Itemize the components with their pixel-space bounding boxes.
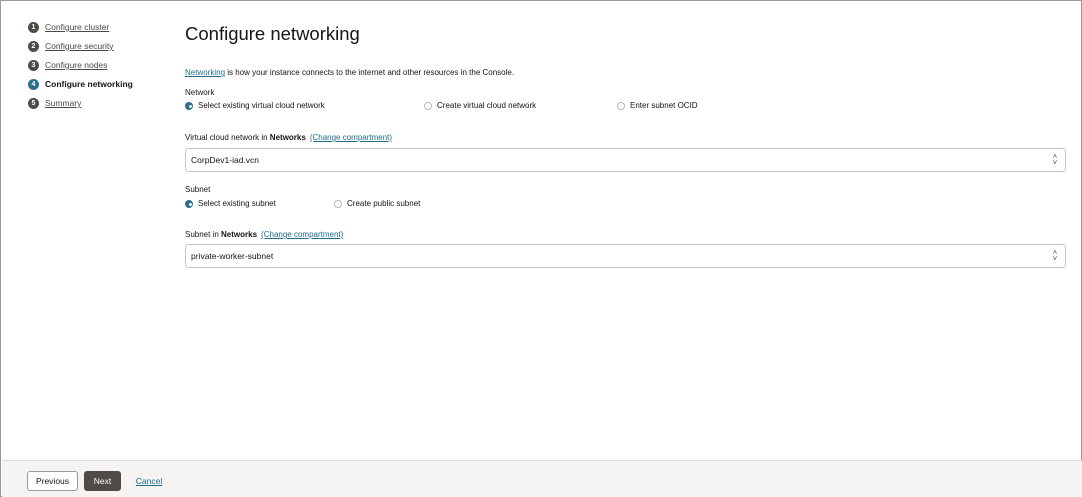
- wizard-panel: 1 Configure cluster 2 Configure security…: [0, 0, 1082, 497]
- step-link-configure-nodes[interactable]: Configure nodes: [45, 60, 107, 70]
- subnet-radio-group: Select existing subnet Create public sub…: [185, 199, 1065, 211]
- vcn-change-compartment-link[interactable]: (Change compartment): [310, 133, 392, 142]
- vcn-field-label: Virtual cloud network in Networks (Change…: [185, 133, 392, 142]
- radio-label: Enter subnet OCID: [630, 101, 698, 110]
- step-link-summary[interactable]: Summary: [45, 98, 81, 108]
- vcn-select[interactable]: CorpDev1-iad.vcn ˄ ˅: [185, 148, 1066, 172]
- step-number: 2: [28, 40, 39, 52]
- step-link-configure-cluster[interactable]: Configure cluster: [45, 22, 109, 32]
- radio-selected-icon: [185, 199, 193, 208]
- radio-unselected-icon: [334, 199, 342, 208]
- radio-label: Create virtual cloud network: [437, 101, 537, 110]
- step-configure-security[interactable]: 2 Configure security: [28, 39, 168, 53]
- step-configure-networking: 4 Configure networking: [28, 77, 168, 91]
- step-summary[interactable]: 5 Summary: [28, 96, 168, 110]
- step-configure-nodes[interactable]: 3 Configure nodes: [28, 58, 168, 72]
- radio-select-existing-vcn[interactable]: Select existing virtual cloud network: [185, 101, 325, 110]
- step-number: 5: [28, 97, 39, 109]
- radio-create-vcn[interactable]: Create virtual cloud network: [424, 101, 536, 110]
- vcn-compartment-name: Networks: [269, 133, 306, 142]
- step-link-configure-security[interactable]: Configure security: [45, 41, 114, 51]
- network-label: Network: [185, 88, 215, 97]
- page-title: Configure networking: [185, 23, 360, 44]
- intro-description: is how your instance connects to the int…: [225, 68, 515, 77]
- select-chevron-icon: ˄ ˅: [1052, 248, 1058, 263]
- radio-label: Create public subnet: [347, 199, 421, 208]
- radio-label: Select existing subnet: [198, 199, 276, 208]
- vcn-select-value: CorpDev1-iad.vcn: [191, 155, 260, 165]
- step-number: 4: [28, 78, 39, 90]
- previous-button[interactable]: Previous: [27, 471, 78, 491]
- subnet-compartment-name: Networks: [221, 230, 258, 239]
- radio-select-existing-subnet[interactable]: Select existing subnet: [185, 199, 276, 208]
- subnet-label: Subnet: [185, 185, 211, 194]
- next-button[interactable]: Next: [84, 471, 121, 491]
- step-configure-cluster[interactable]: 1 Configure cluster: [28, 20, 168, 34]
- subnet-select[interactable]: private-worker-subnet ˄ ˅: [185, 244, 1066, 268]
- radio-unselected-icon: [424, 101, 432, 110]
- subnet-select-value: private-worker-subnet: [191, 251, 274, 261]
- cancel-link[interactable]: Cancel: [132, 471, 166, 491]
- radio-enter-subnet-ocid[interactable]: Enter subnet OCID: [617, 101, 698, 110]
- radio-unselected-icon: [617, 101, 625, 110]
- step-number: 1: [28, 21, 39, 33]
- vcn-label-prefix: Virtual cloud network in: [185, 133, 270, 142]
- subnet-label-prefix: Subnet in: [185, 230, 222, 239]
- step-number: 3: [28, 59, 39, 71]
- step-label-configure-networking: Configure networking: [45, 79, 133, 89]
- network-radio-group: Select existing virtual cloud network Cr…: [185, 101, 1065, 113]
- select-chevron-icon: ˄ ˅: [1052, 152, 1058, 167]
- radio-label: Select existing virtual cloud network: [198, 101, 325, 110]
- wizard-footer: Previous Next Cancel: [2, 460, 1082, 497]
- intro-text: Networking is how your instance connects…: [185, 68, 514, 77]
- subnet-field-label: Subnet in Networks (Change compartment): [185, 230, 343, 239]
- subnet-change-compartment-link[interactable]: (Change compartment): [261, 230, 343, 239]
- radio-create-public-subnet[interactable]: Create public subnet: [334, 199, 420, 208]
- radio-selected-icon: [185, 101, 193, 110]
- wizard-steps: 1 Configure cluster 2 Configure security…: [28, 20, 168, 115]
- networking-link[interactable]: Networking: [185, 68, 225, 77]
